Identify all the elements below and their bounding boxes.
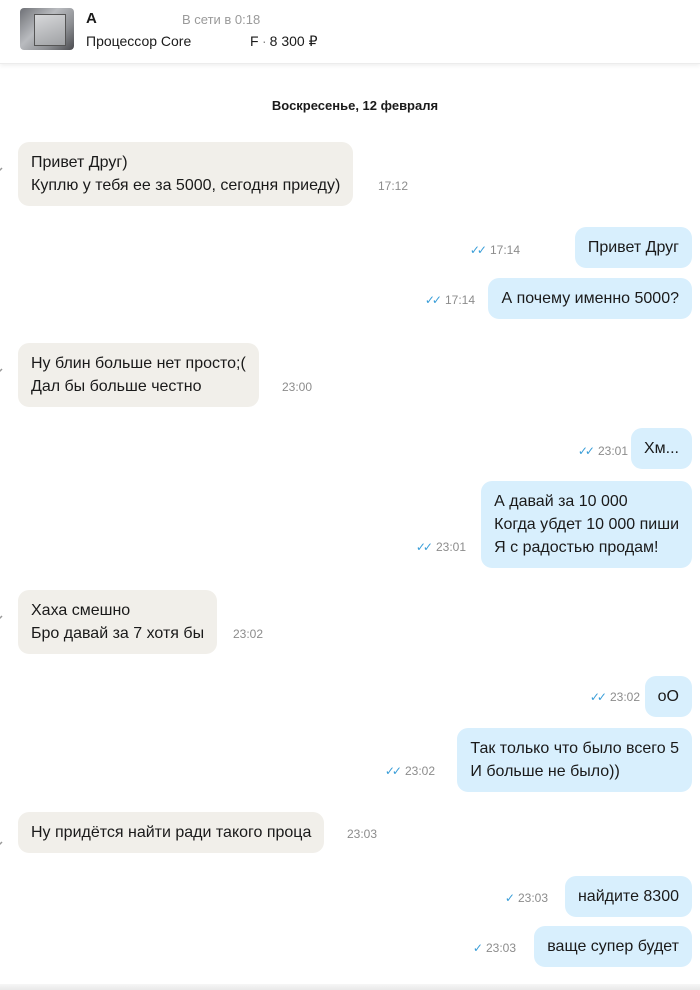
message-time: 17:12 xyxy=(378,179,409,193)
message-outgoing[interactable]: ✓✓ 23:01 Хм... xyxy=(578,428,692,469)
message-outgoing[interactable]: ✓ 23:03 ваще супер будет xyxy=(473,926,692,967)
online-status: В сети в 0:18 xyxy=(182,12,261,27)
message-bubble: Хм... xyxy=(630,428,692,469)
item-letter: F xyxy=(250,33,259,49)
message-time: 23:02 xyxy=(233,627,264,641)
message-text: Так только что было всего 5 xyxy=(470,740,679,757)
item-title[interactable]: Процессор Core xyxy=(86,33,191,49)
message-text: Привет Друг) xyxy=(31,154,128,171)
message-bubble: оО xyxy=(644,676,692,717)
message-time: ✓ 23:03 xyxy=(472,941,516,955)
message-bubble: Привет Друг) Куплю у тебя ее за 5000, се… xyxy=(18,142,354,206)
bottom-edge xyxy=(0,984,700,990)
message-text: Я с радостью продам! xyxy=(494,539,659,556)
message-time: ✓✓ 23:01 xyxy=(577,444,628,458)
message-incoming[interactable]: Привет Друг) Куплю у тебя ее за 5000, се… xyxy=(0,142,408,206)
contact-name[interactable]: A xyxy=(86,10,97,27)
chat-header: A В сети в 0:18 Процессор Core F · 8 300 … xyxy=(0,0,700,64)
double-check-icon: ✓✓ xyxy=(469,243,487,257)
message-incoming[interactable]: Ну придётся найти ради такого проца 23:0… xyxy=(0,812,377,853)
message-time: ✓✓ 17:14 xyxy=(424,293,475,307)
message-text: А давай за 10 000 xyxy=(494,493,628,510)
message-bubble: Так только что было всего 5 И больше не … xyxy=(457,728,692,792)
message-text: найдите 8300 xyxy=(577,888,679,905)
message-text: Хаха смешно xyxy=(31,602,131,619)
double-check-icon: ✓✓ xyxy=(424,293,442,307)
avatar-edge-icon xyxy=(0,841,3,846)
message-bubble: Ну придётся найти ради такого проца xyxy=(18,812,325,853)
message-bubble: Хаха смешно Бро давай за 7 хотя бы xyxy=(18,590,218,654)
avatar-edge-icon xyxy=(0,368,3,373)
message-text: И больше не было)) xyxy=(470,763,620,780)
item-price: · 8 300 ₽ xyxy=(262,33,318,50)
message-text: Куплю у тебя ее за 5000, сегодня приеду) xyxy=(31,177,341,194)
message-time: ✓✓ 23:02 xyxy=(384,764,435,778)
message-bubble: Привет Друг xyxy=(574,227,692,268)
message-text: А почему именно 5000? xyxy=(501,290,679,307)
processor-image xyxy=(34,14,66,46)
double-check-icon: ✓✓ xyxy=(384,764,402,778)
message-bubble: А почему именно 5000? xyxy=(488,278,692,319)
message-text: Когда убдет 10 000 пиши xyxy=(494,516,679,533)
message-outgoing[interactable]: ✓ 23:03 найдите 8300 xyxy=(505,876,692,917)
check-icon: ✓ xyxy=(472,941,483,955)
message-time: 23:00 xyxy=(282,380,313,394)
message-time: ✓✓ 23:01 xyxy=(415,540,466,554)
message-text: Хм... xyxy=(643,440,679,457)
double-check-icon: ✓✓ xyxy=(589,690,607,704)
message-text: Ну блин больше нет просто;( xyxy=(31,355,246,372)
message-outgoing[interactable]: ✓✓ 17:14 А почему именно 5000? xyxy=(425,278,692,319)
avatar-edge-icon xyxy=(0,615,3,620)
message-time: ✓✓ 23:02 xyxy=(589,690,640,704)
message-text: ваще супер будет xyxy=(547,938,679,955)
message-bubble: А давай за 10 000 Когда убдет 10 000 пиш… xyxy=(481,481,692,568)
message-outgoing[interactable]: ✓✓ 17:14 Привет Друг xyxy=(470,227,692,268)
message-time: 23:03 xyxy=(347,827,378,841)
message-bubble: Ну блин больше нет просто;( Дал бы больш… xyxy=(18,343,259,407)
message-incoming[interactable]: Хаха смешно Бро давай за 7 хотя бы 23:02 xyxy=(0,590,263,654)
double-check-icon: ✓✓ xyxy=(577,444,595,458)
message-outgoing[interactable]: ✓✓ 23:02 Так только что было всего 5 И бо… xyxy=(385,728,692,792)
date-separator: Воскресенье, 12 февраля xyxy=(271,98,439,113)
message-bubble: ваще супер будет xyxy=(534,926,692,967)
message-bubble: найдите 8300 xyxy=(564,876,692,917)
avatar-edge-icon xyxy=(0,167,3,172)
price-value: 8 300 ₽ xyxy=(269,33,318,49)
message-outgoing[interactable]: ✓✓ 23:02 оО xyxy=(590,676,692,717)
message-text: Ну придётся найти ради такого проца xyxy=(31,824,312,841)
double-check-icon: ✓✓ xyxy=(415,540,433,554)
check-icon: ✓ xyxy=(504,891,515,905)
message-text: Привет Друг xyxy=(587,239,679,256)
message-text: оО xyxy=(657,688,679,705)
message-incoming[interactable]: Ну блин больше нет просто;( Дал бы больш… xyxy=(0,343,312,407)
price-separator: · xyxy=(262,33,267,49)
message-text: Дал бы больше честно xyxy=(31,378,202,395)
message-time: ✓✓ 17:14 xyxy=(469,243,520,257)
message-outgoing[interactable]: ✓✓ 23:01 А давай за 10 000 Когда убдет 10… xyxy=(416,481,692,568)
message-time: ✓ 23:03 xyxy=(504,891,548,905)
message-text: Бро давай за 7 хотя бы xyxy=(31,625,205,642)
item-thumbnail[interactable] xyxy=(20,8,74,50)
